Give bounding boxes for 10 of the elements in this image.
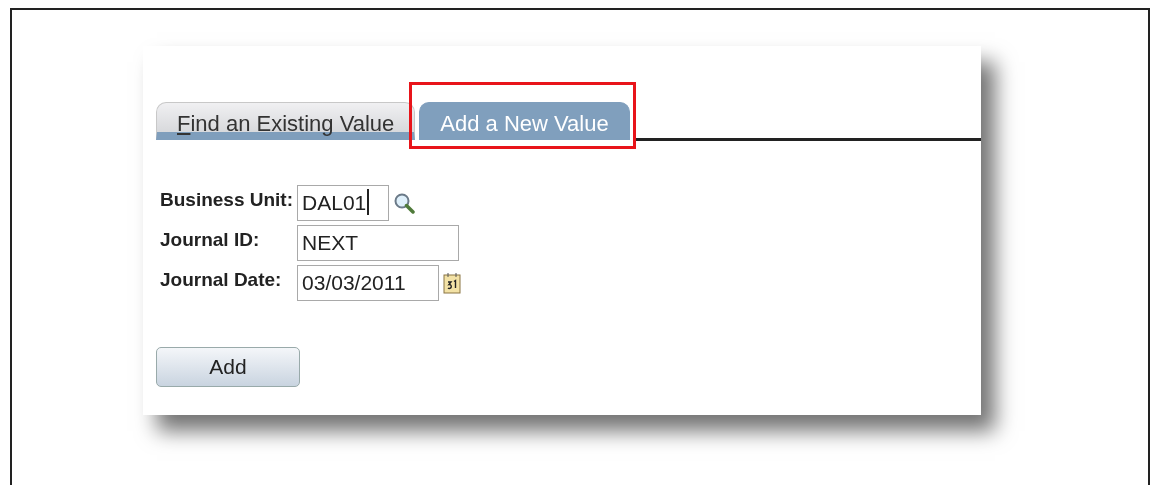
input-field[interactable]: 03/03/2011 <box>297 265 440 301</box>
tab[interactable]: Find an Existing Value <box>156 102 416 140</box>
field-label: Business Unit: <box>160 188 294 211</box>
input-field[interactable]: NEXT <box>297 225 460 261</box>
calendar-icon[interactable] <box>443 272 462 294</box>
field-label: Journal ID: <box>160 228 261 251</box>
input-field[interactable]: DAL01 <box>297 185 390 221</box>
add-button[interactable]: Add <box>156 347 300 387</box>
search-icon[interactable] <box>393 192 416 214</box>
field-label: Journal Date: <box>160 268 283 291</box>
